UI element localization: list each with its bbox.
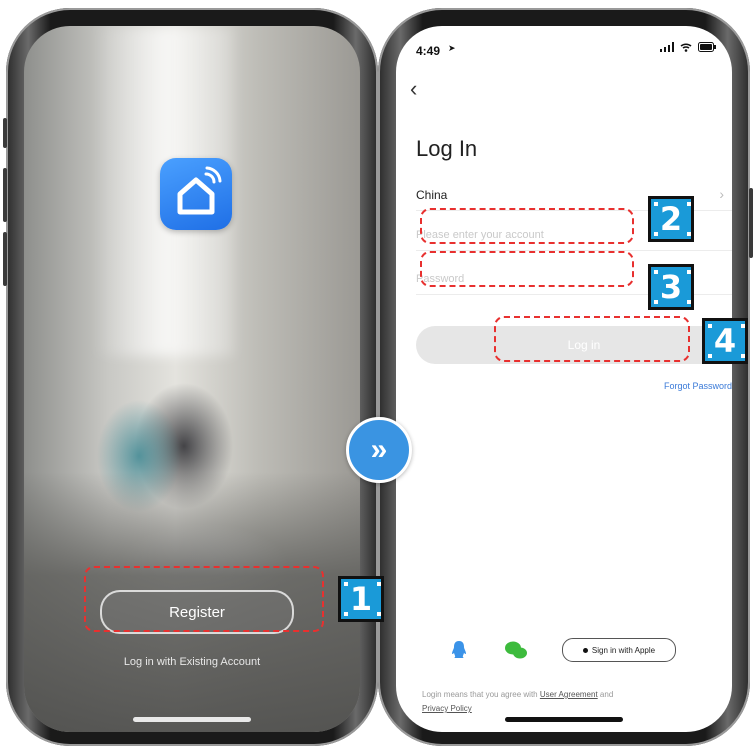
qq-icon[interactable] <box>450 640 468 660</box>
back-chevron-icon[interactable]: ‹ <box>410 76 417 102</box>
battery-icon <box>698 42 716 52</box>
phone-frame-right: 4:49 ➤ ‹ Log In China › Please enter you… <box>378 8 753 746</box>
legal-prefix: Login means that you agree with <box>422 690 538 699</box>
social-login-row: Sign in with Apple <box>396 638 732 668</box>
step-badge-2: 2 <box>648 196 694 242</box>
power-button <box>749 188 753 258</box>
volume-down-button <box>3 232 7 286</box>
chevron-right-icon: › <box>719 186 724 202</box>
step-badge-3: 3 <box>648 264 694 310</box>
legal-and: and <box>599 690 614 699</box>
status-time: 4:49 <box>416 44 441 58</box>
sign-in-with-apple-button[interactable]: Sign in with Apple <box>562 638 676 662</box>
smart-home-app-icon <box>160 158 232 230</box>
status-icons <box>660 42 716 52</box>
register-highlight <box>84 566 324 632</box>
account-highlight <box>420 208 634 244</box>
login-existing-account-link[interactable]: Log in with Existing Account <box>24 656 360 668</box>
location-arrow-icon: ➤ <box>448 43 456 53</box>
step-badge-1: 1 <box>338 576 384 622</box>
login-screen: 4:49 ➤ ‹ Log In China › Please enter you… <box>396 26 732 732</box>
phone-frame-left: Register Log in with Existing Account <box>3 8 378 746</box>
next-arrow-icon: » <box>346 417 412 483</box>
page-title: Log In <box>416 136 478 161</box>
legal-notice: Login means that you agree with User Agr… <box>422 688 726 716</box>
password-highlight <box>420 251 634 287</box>
home-indicator <box>505 717 623 722</box>
user-agreement-link[interactable]: User Agreement <box>540 690 598 699</box>
privacy-policy-link[interactable]: Privacy Policy <box>422 704 472 713</box>
status-bar: 4:49 ➤ <box>396 26 732 66</box>
login-highlight <box>494 316 690 362</box>
signal-icon <box>660 42 674 52</box>
wifi-icon <box>680 43 692 52</box>
country-value: China <box>416 188 448 202</box>
apple-button-label: Sign in with Apple <box>591 645 656 655</box>
wechat-icon[interactable] <box>504 640 528 660</box>
home-indicator <box>133 717 251 722</box>
step-badge-4: 4 <box>702 318 748 364</box>
apple-icon <box>582 647 588 653</box>
volume-up-button <box>3 168 7 222</box>
mute-switch <box>3 118 7 148</box>
forgot-password-link[interactable]: Forgot Password <box>664 381 732 391</box>
